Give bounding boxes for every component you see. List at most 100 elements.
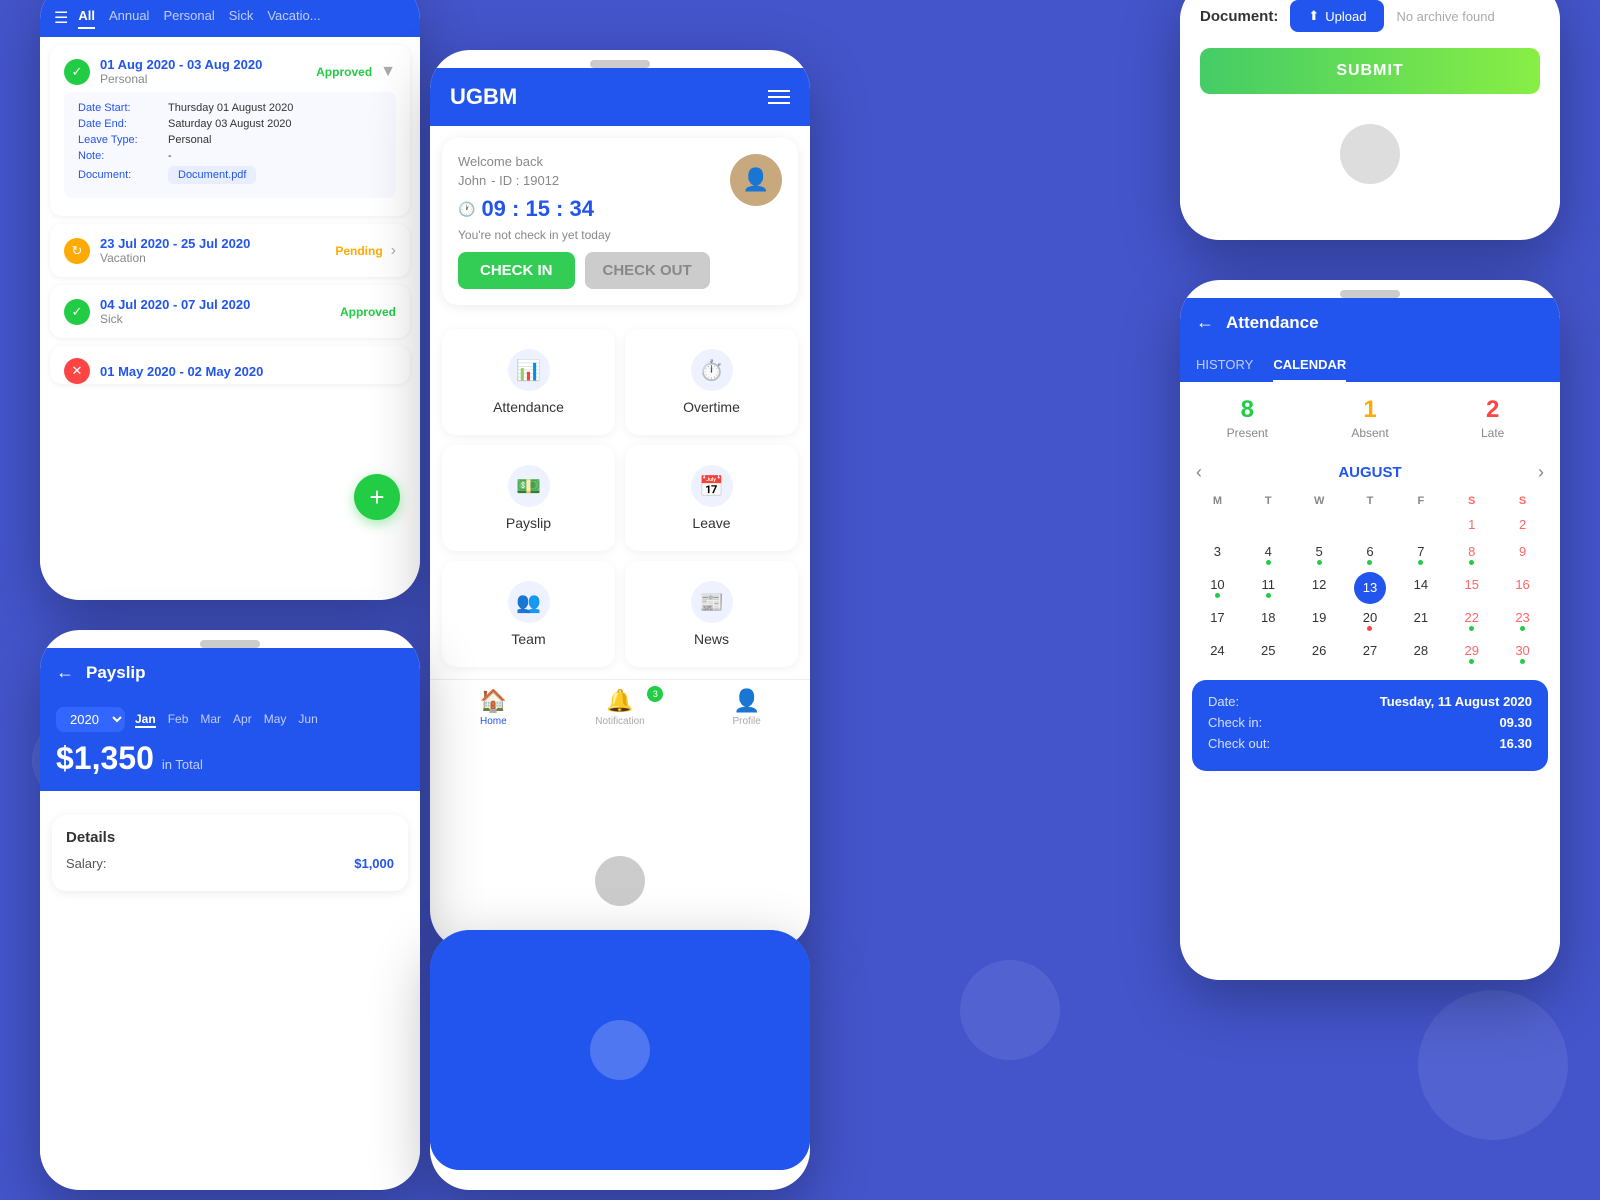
hamburger-menu[interactable] [768,90,790,104]
team-icon: 👥 [508,581,550,623]
cal-cell-6[interactable]: 6 [1345,538,1396,571]
cal-cell-12[interactable]: 12 [1294,571,1345,604]
day-header-t1: T [1243,491,1294,511]
cal-cell-7[interactable]: 7 [1395,538,1446,571]
cal-cell-15[interactable]: 15 [1446,571,1497,604]
cal-cell-21[interactable]: 21 [1395,604,1446,637]
cal-cell-18[interactable]: 18 [1243,604,1294,637]
payslip-back-button[interactable]: ← [56,662,74,683]
cal-cell-2[interactable]: 2 [1497,511,1548,538]
cal-cell-3[interactable]: 3 [1192,538,1243,571]
leave-item[interactable]: ↻ 23 Jul 2020 - 25 Jul 2020 Vacation Pen… [50,224,410,277]
tab-vacation[interactable]: Vacatio... [267,8,320,29]
checkout-button[interactable]: CHECK OUT [585,252,710,289]
leave-type-label: Leave Type: [78,134,168,146]
prev-month-button[interactable]: ‹ [1196,462,1202,483]
attendance-title: Attendance [1226,313,1319,333]
bottom-phone-screen [430,930,810,1170]
upload-button[interactable]: ⬆ Upload [1290,0,1384,32]
leave-item[interactable]: ✓ 01 Aug 2020 - 03 Aug 2020 Personal App… [50,45,410,216]
cal-cell-25[interactable]: 25 [1243,637,1294,670]
tab-annual[interactable]: Annual [109,8,149,29]
cal-cell-27[interactable]: 27 [1345,637,1396,670]
nav-profile[interactable]: 👤 Profile [683,688,810,727]
filter-icon[interactable]: ☰ [54,8,68,29]
cal-cell-17[interactable]: 17 [1192,604,1243,637]
add-leave-button[interactable]: + [354,474,400,520]
document-btn[interactable]: Document.pdf [168,166,256,184]
bottom-phone [430,930,810,1190]
attendance-icon: 📊 [508,349,550,391]
nav-home[interactable]: 🏠 Home [430,688,557,727]
cal-cell-1[interactable]: 1 [1446,511,1497,538]
menu-overtime[interactable]: ⏱️ Overtime [625,329,798,435]
menu-payslip[interactable]: 💵 Payslip [442,445,615,551]
cal-cell-8[interactable]: 8 [1446,538,1497,571]
cal-cell-16[interactable]: 16 [1497,571,1548,604]
home-button[interactable] [595,856,645,906]
month-jun[interactable]: Jun [298,712,317,728]
menu-leave[interactable]: 📅 Leave [625,445,798,551]
home-phone: UGBM Welcome back John - ID : 19012 🕐 09… [430,50,810,950]
month-feb[interactable]: Feb [168,712,189,728]
checkin-value: 09.30 [1499,715,1532,730]
menu-team[interactable]: 👥 Team [442,561,615,667]
tab-history[interactable]: HISTORY [1196,357,1253,382]
late-count: 2 [1441,396,1544,424]
leave-label: Leave [692,515,730,531]
cal-cell-9[interactable]: 9 [1497,538,1548,571]
cal-cell-today[interactable]: 13 [1354,572,1386,604]
leave-item[interactable]: ✕ 01 May 2020 - 02 May 2020 [50,346,410,384]
cal-cell-11[interactable]: 11 [1243,571,1294,604]
cal-cell-4[interactable]: 4 [1243,538,1294,571]
cal-cell-29[interactable]: 29 [1446,637,1497,670]
cal-cell-14[interactable]: 14 [1395,571,1446,604]
phone-notch [590,60,650,68]
tab-all[interactable]: All [78,8,95,29]
payslip-icon: 💵 [508,465,550,507]
month-jan[interactable]: Jan [135,712,156,728]
cal-cell-10[interactable]: 10 [1192,571,1243,604]
home-icon: 🏠 [480,688,507,714]
cal-cell-28[interactable]: 28 [1395,637,1446,670]
cal-cell-23[interactable]: 23 [1497,604,1548,637]
cal-cell-26[interactable]: 26 [1294,637,1345,670]
next-month-button[interactable]: › [1538,462,1544,483]
month-apr[interactable]: Apr [233,712,252,728]
calendar-grid: M T W T F S S 1 2 3 4 5 6 7 [1192,491,1548,670]
month-may[interactable]: May [264,712,287,728]
back-button[interactable]: ← [1196,312,1214,333]
cal-cell-19[interactable]: 19 [1294,604,1345,637]
tab-sick[interactable]: Sick [229,8,254,29]
cal-cell-20[interactable]: 20 [1345,604,1396,637]
cal-cell-22[interactable]: 22 [1446,604,1497,637]
menu-news[interactable]: 📰 News [625,561,798,667]
nav-notification[interactable]: 3 🔔 Notification [557,688,684,727]
leave-type: Personal [100,72,262,86]
leave-icon: 📅 [691,465,733,507]
year-select[interactable]: 2020 2019 [56,707,125,732]
document-label: Document: [78,169,168,181]
toggle-control[interactable] [1340,124,1400,184]
cal-cell-5[interactable]: 5 [1294,538,1345,571]
month-mar[interactable]: Mar [200,712,221,728]
absent-label: Absent [1319,426,1422,440]
checkin-button[interactable]: CHECK IN [458,252,575,289]
status-approved: Approved [316,65,372,79]
salary-value: $1,000 [354,856,394,871]
profile-nav-label: Profile [733,716,761,727]
welcome-greeting: Welcome back [458,154,710,169]
chevron-right-icon[interactable]: › [391,242,396,260]
cal-cell [1395,511,1446,538]
tab-calendar[interactable]: CALENDAR [1273,357,1346,382]
cal-cell-24[interactable]: 24 [1192,637,1243,670]
tab-personal[interactable]: Personal [163,8,214,29]
leave-item[interactable]: ✓ 04 Jul 2020 - 07 Jul 2020 Sick Approve… [50,285,410,338]
chevron-down-icon[interactable]: ▼ [380,63,396,81]
welcome-card: Welcome back John - ID : 19012 🕐 09 : 15… [442,138,798,305]
submit-button[interactable]: SUBMIT [1200,48,1540,94]
leave-type-value: Personal [168,134,211,146]
cal-cell-30[interactable]: 30 [1497,637,1548,670]
document-label: Document: [1200,8,1278,25]
menu-attendance[interactable]: 📊 Attendance [442,329,615,435]
